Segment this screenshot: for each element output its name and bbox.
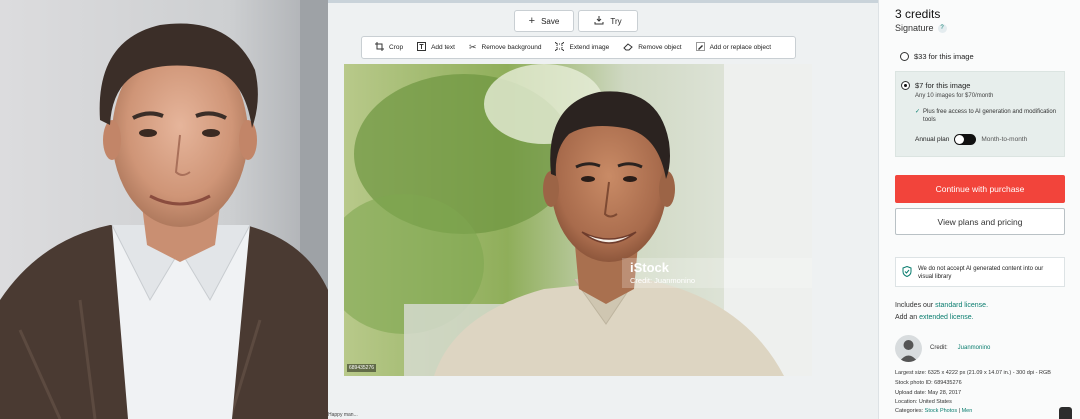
app-root: + Save Try Crop Add text ✂ Remove backgr… [0, 0, 1080, 419]
category-link-stock-photos[interactable]: Stock Photos [925, 408, 957, 414]
try-button[interactable]: Try [578, 10, 638, 32]
user-icon [899, 340, 918, 362]
tool-crop-label: Crop [389, 44, 404, 51]
try-label: Try [610, 16, 622, 26]
istock-watermark-logo: iStock [630, 260, 670, 275]
billing-toggle[interactable] [954, 134, 977, 145]
annual-plan-label: Annual plan [915, 136, 950, 143]
check-icon: ✓ [915, 109, 921, 115]
month-to-month-label: Month-to-month [981, 136, 1028, 143]
ai-content-notice: We do not accept AI generated content in… [895, 257, 1065, 287]
subscription-detail: Any 10 images for $70/month [915, 93, 994, 99]
edit-toolbar: Crop Add text ✂ Remove background Extend… [361, 36, 796, 59]
tool-add-text[interactable]: Add text [410, 42, 462, 53]
license-name: Signature [895, 23, 934, 33]
view-plans-button[interactable]: View plans and pricing [895, 208, 1065, 235]
credits-title: 3 credits [895, 7, 941, 21]
crop-icon [375, 42, 384, 53]
subscription-perk: ✓ Plus free access to AI generation and … [915, 108, 1059, 124]
tool-add-text-label: Add text [431, 44, 455, 51]
watermark-credit: Credit: Juanmonino [630, 276, 696, 285]
ai-notice-text: We do not accept AI generated content in… [918, 266, 1044, 280]
extended-license-link[interactable]: extended license. [919, 314, 973, 321]
tool-add-replace-object-label: Add or replace object [709, 44, 772, 51]
portrait-photo [0, 0, 328, 419]
location: Location: United States [895, 399, 952, 405]
extend-icon [555, 41, 565, 53]
tool-remove-background-label: Remove background [481, 44, 542, 51]
tool-remove-background[interactable]: ✂ Remove background [462, 42, 549, 53]
stock-photo-id: Stock photo ID: 689435276 [895, 380, 962, 386]
billing-toggle-row: Annual plan Month-to-month [915, 134, 1059, 145]
stock-photo: 689435276 iStock Credit: Juanmonino [344, 64, 812, 376]
add-prefix: Add an [895, 314, 920, 321]
edit-object-icon [695, 42, 705, 53]
bottom-caption: Happy man... [328, 412, 358, 418]
tool-remove-object[interactable]: Remove object [616, 42, 688, 53]
image-editor: + Save Try Crop Add text ✂ Remove backgr… [328, 0, 878, 419]
upload-date: Upload date: May 28, 2017 [895, 390, 962, 396]
help-icon[interactable]: ? [937, 23, 947, 33]
tool-extend-image[interactable]: Extend image [548, 41, 616, 53]
tool-extend-image-label: Extend image [569, 44, 610, 51]
tool-add-replace-object[interactable]: Add or replace object [689, 42, 778, 53]
contributor-link[interactable]: Juanmonino [958, 345, 991, 351]
includes-prefix: Includes our [895, 302, 936, 309]
shield-check-icon [902, 265, 912, 280]
purchase-panel: 3 credits Signature ? $33 for this image… [878, 0, 1080, 419]
price-option-single-label: $33 for this image [914, 51, 974, 61]
license-extended: Add an extended license. [895, 314, 974, 321]
top-accent-bar [328, 0, 878, 3]
categories-prefix: Categories: [895, 408, 925, 414]
eraser-icon [623, 42, 633, 53]
scissors-icon: ✂ [468, 42, 477, 52]
price-option-subscription[interactable]: $7 for this image Any 10 images for $70/… [895, 71, 1065, 157]
save-button[interactable]: + Save [514, 10, 574, 32]
categories: Categories: Stock Photos | Men [895, 408, 973, 414]
subscription-perk-text: Plus free access to AI generation and mo… [923, 109, 1057, 123]
stock-photo-illustration [344, 64, 812, 376]
portrait-illustration [0, 0, 328, 419]
text-icon [417, 42, 427, 53]
tool-remove-object-label: Remove object [638, 44, 682, 51]
category-link-men[interactable]: Men [962, 408, 973, 414]
tool-crop[interactable]: Crop [368, 42, 410, 53]
license-type: Signature ? [895, 23, 947, 33]
price-option-subscription-label: $7 for this image [915, 81, 971, 90]
contributor-credit: Credit: Juanmonino [930, 345, 990, 351]
price-option-single[interactable]: $33 for this image [895, 46, 1065, 66]
download-icon [594, 15, 604, 28]
photo-id-tag: 689435276 [347, 364, 377, 372]
radio-option-single[interactable] [900, 51, 909, 61]
largest-size: Largest size: 6325 x 4222 px (21.09 x 14… [895, 370, 1051, 376]
license-includes: Includes our standard license. [895, 302, 988, 309]
plus-icon: + [528, 15, 536, 27]
standard-license-link[interactable]: standard license. [935, 302, 988, 309]
credit-label: Credit: [930, 345, 948, 351]
save-label: Save [541, 16, 560, 26]
radio-option-subscription[interactable] [901, 81, 910, 90]
contributor-avatar[interactable] [895, 335, 922, 362]
continue-purchase-button[interactable]: Continue with purchase [895, 175, 1065, 203]
scroll-to-top-button[interactable] [1059, 407, 1072, 419]
